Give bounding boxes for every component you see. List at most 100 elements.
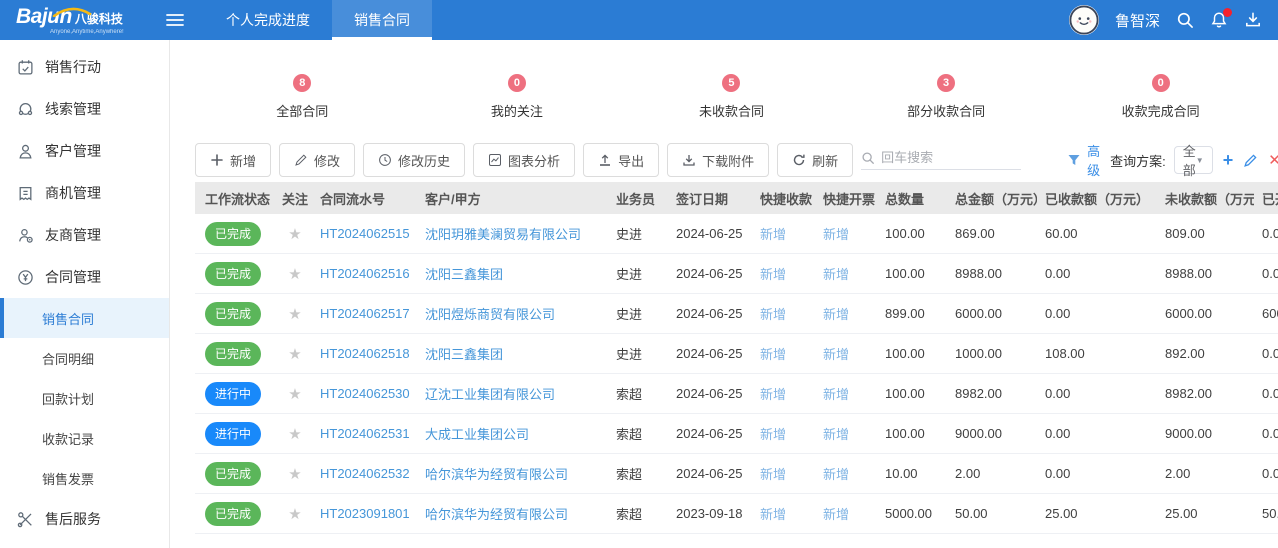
- edit-scheme-button[interactable]: [1243, 153, 1258, 168]
- notifications-bell-icon[interactable]: [1210, 8, 1232, 29]
- contract-no-link[interactable]: HT2024062517: [320, 306, 410, 321]
- quick-invoice-add-link[interactable]: 新增: [823, 387, 849, 402]
- star-icon[interactable]: ★: [288, 506, 301, 523]
- star-icon[interactable]: ★: [288, 346, 301, 363]
- quick-receipt-add-link[interactable]: 新增: [760, 267, 786, 282]
- refresh-button[interactable]: 刷新: [777, 143, 854, 177]
- total-amount-cell: 9000.00: [955, 426, 1002, 441]
- delete-scheme-button[interactable]: ✕: [1268, 153, 1278, 168]
- tab-personal-progress[interactable]: 个人完成进度: [204, 0, 332, 40]
- follow-cell: ★: [275, 465, 315, 483]
- sidebar-item-contract-detail[interactable]: 合同明细: [0, 338, 169, 378]
- filter-funnel-icon[interactable]: [1067, 153, 1081, 167]
- avatar[interactable]: [1068, 5, 1099, 35]
- modify-history-button[interactable]: 修改历史: [363, 143, 466, 177]
- star-icon[interactable]: ★: [288, 226, 301, 243]
- download-attachment-button[interactable]: 下载附件: [667, 143, 770, 177]
- sidebar-item-opportunities[interactable]: 商机管理: [0, 172, 169, 214]
- star-icon[interactable]: ★: [288, 266, 301, 283]
- stat-tab-all-contracts[interactable]: 8 全部合同: [195, 74, 410, 120]
- quick-receipt-add-link[interactable]: 新增: [760, 347, 786, 362]
- add-scheme-button[interactable]: +: [1223, 151, 1234, 169]
- quick-receipt-add-link[interactable]: 新增: [760, 227, 786, 242]
- stat-tab-unpaid-contracts[interactable]: 5 未收款合同: [624, 74, 839, 120]
- sidebar-item-sales-contract[interactable]: 销售合同: [0, 298, 169, 338]
- quick-invoice-add-link[interactable]: 新增: [823, 307, 849, 322]
- menu-toggle-icon[interactable]: [158, 13, 192, 27]
- chart-analysis-button[interactable]: 图表分析: [473, 143, 576, 177]
- workflow-status-cell: 已完成: [195, 221, 275, 246]
- received-amount-cell: 0.00: [1045, 386, 1071, 401]
- sign-date-cell: 2024-06-25: [676, 266, 743, 281]
- contract-no-link[interactable]: HT2024062532: [320, 466, 410, 481]
- customer-link[interactable]: 沈阳玥雅美澜贸易有限公司: [425, 227, 581, 242]
- sidebar-item-kpi[interactable]: 业绩指标: [0, 540, 169, 548]
- salesman-cell: 史进: [616, 347, 643, 362]
- quick-receipt-add-link[interactable]: 新增: [760, 307, 786, 322]
- contract-no-link[interactable]: HT2024062516: [320, 266, 410, 281]
- quick-invoice-add-link[interactable]: 新增: [823, 347, 849, 362]
- advanced-search-link[interactable]: 高级: [1087, 141, 1100, 179]
- customer-link[interactable]: 沈阳三鑫集团: [425, 267, 503, 282]
- customer-link[interactable]: 大成工业集团公司: [425, 427, 529, 442]
- quick-invoice-add-link[interactable]: 新增: [823, 267, 849, 282]
- export-button[interactable]: 导出: [583, 143, 660, 177]
- contract-no-link[interactable]: HT2023091801: [320, 506, 410, 521]
- contract-no-cell: HT2024062515: [315, 226, 420, 241]
- sidebar-item-partners[interactable]: 友商管理: [0, 214, 169, 256]
- sidebar-item-receipt-record[interactable]: 收款记录: [0, 418, 169, 458]
- logo-swoosh-icon: [52, 7, 92, 17]
- button-label: 新增: [230, 153, 257, 169]
- sidebar-item-leads[interactable]: 线索管理: [0, 88, 169, 130]
- follow-cell: ★: [275, 305, 315, 323]
- sidebar-item-sales-invoice[interactable]: 销售发票: [0, 458, 169, 498]
- customer-link[interactable]: 辽沈工业集团有限公司: [425, 387, 555, 402]
- star-icon[interactable]: ★: [288, 466, 301, 483]
- follow-cell: ★: [275, 265, 315, 283]
- quick-invoice-add-link[interactable]: 新增: [823, 467, 849, 482]
- stat-tab-my-follow[interactable]: 0 我的关注: [410, 74, 625, 120]
- customer-link[interactable]: 哈尔滨华为经贸有限公司: [425, 507, 568, 522]
- column-header-invoiced-amount: 已开票额（万元）: [1262, 191, 1278, 207]
- stat-label: 收款完成合同: [1121, 104, 1200, 119]
- customer-link[interactable]: 沈阳三鑫集团: [425, 347, 503, 362]
- edit-button[interactable]: 修改: [279, 143, 356, 177]
- quick-receipt-add-link[interactable]: 新增: [760, 467, 786, 482]
- stats-tabs: 8 全部合同 0 我的关注 5 未收款合同 3 部分收款合同 0 收款完成合同: [195, 74, 1268, 120]
- quick-receipt-add-link[interactable]: 新增: [760, 427, 786, 442]
- total-qty-cell: 100.00: [885, 266, 925, 281]
- contract-no-link[interactable]: HT2024062518: [320, 346, 410, 361]
- search-input[interactable]: [881, 150, 1022, 165]
- contract-no-link[interactable]: HT2024062515: [320, 226, 410, 241]
- customer-link[interactable]: 沈阳煜烁商贸有限公司: [425, 307, 555, 322]
- star-icon[interactable]: ★: [288, 426, 301, 443]
- star-icon[interactable]: ★: [288, 306, 301, 323]
- stat-tab-partial-paid-contracts[interactable]: 3 部分收款合同: [839, 74, 1054, 120]
- search-icon[interactable]: [1176, 11, 1194, 29]
- sidebar-item-contracts[interactable]: 合同管理: [0, 256, 169, 298]
- toolbar: 新增 修改 修改历史 图表分析 导出 下载附件 刷新 高级 查询方案: 全部 ▼ + ✕: [195, 141, 1278, 179]
- contract-no-cell: HT2024062532: [315, 466, 420, 481]
- button-label: 修改历史: [398, 153, 451, 169]
- query-scheme-select[interactable]: 全部 ▼: [1173, 144, 1213, 178]
- sign-date-cell: 2024-06-25: [676, 306, 743, 321]
- contract-no-link[interactable]: HT2024062531: [320, 426, 410, 441]
- star-icon[interactable]: ★: [288, 386, 301, 403]
- sidebar-item-payment-plan[interactable]: 回款计划: [0, 378, 169, 418]
- sidebar-item-sales-action[interactable]: 销售行动: [0, 46, 169, 88]
- quick-invoice-add-link[interactable]: 新增: [823, 507, 849, 522]
- quick-receipt-add-link[interactable]: 新增: [760, 507, 786, 522]
- user-name[interactable]: 鲁智深: [1115, 10, 1160, 31]
- customer-link[interactable]: 哈尔滨华为经贸有限公司: [425, 467, 568, 482]
- download-icon[interactable]: [1244, 11, 1262, 29]
- sidebar-item-after-sales[interactable]: 售后服务: [0, 498, 169, 540]
- quick-receipt-add-link[interactable]: 新增: [760, 387, 786, 402]
- status-badge: 已完成: [205, 501, 262, 526]
- quick-invoice-add-link[interactable]: 新增: [823, 427, 849, 442]
- tab-sales-contract[interactable]: 销售合同: [332, 0, 432, 40]
- add-button[interactable]: 新增: [195, 143, 272, 177]
- contract-no-link[interactable]: HT2024062530: [320, 386, 410, 401]
- sidebar-item-customers[interactable]: 客户管理: [0, 130, 169, 172]
- quick-invoice-add-link[interactable]: 新增: [823, 227, 849, 242]
- stat-tab-paid-complete-contracts[interactable]: 0 收款完成合同: [1053, 74, 1268, 120]
